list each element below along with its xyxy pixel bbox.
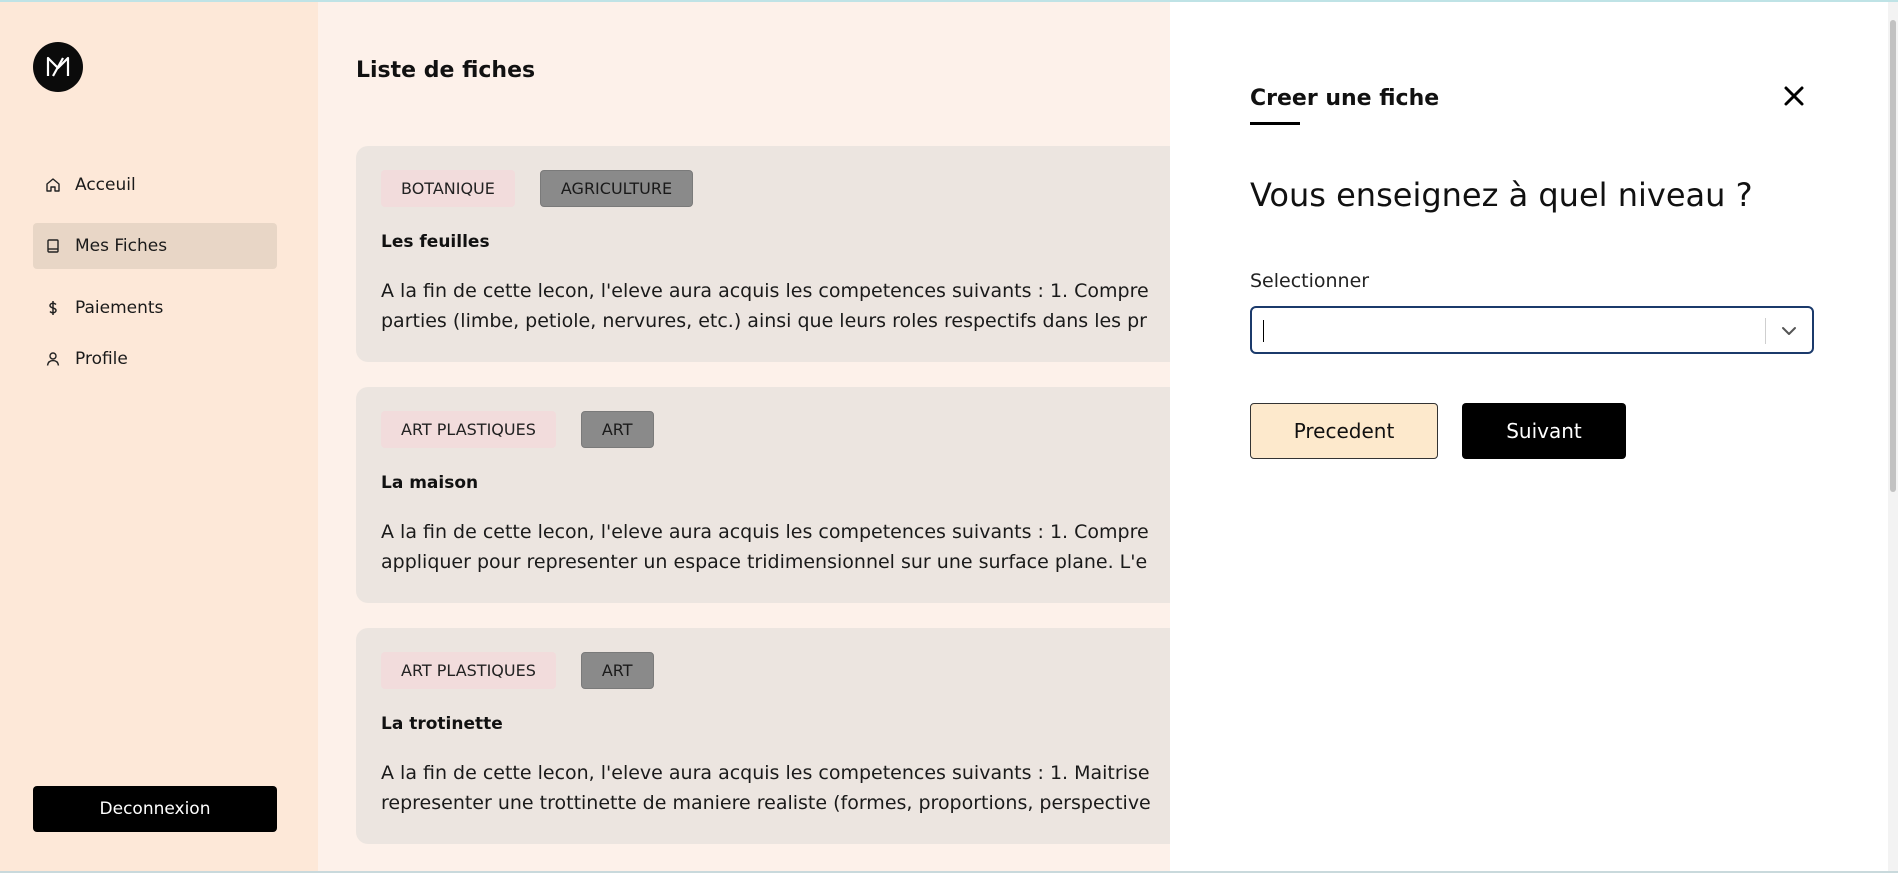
user-icon (45, 351, 61, 367)
sidebar-item-label: Paiements (75, 298, 164, 318)
tag-list: ART PLASTIQUES ART (381, 411, 654, 448)
scrollbar[interactable] (1888, 2, 1898, 871)
home-icon (45, 177, 61, 193)
card-description: A la fin de cette lecon, l'eleve aura ac… (381, 758, 1170, 818)
domain-tag: ART (580, 652, 654, 689)
m-logo-icon[interactable] (33, 42, 83, 92)
tag-list: BOTANIQUE AGRICULTURE (381, 170, 694, 207)
card-title: La trotinette (381, 714, 503, 734)
card-title: La maison (381, 473, 479, 493)
step-question: Vous enseignez à quel niveau ? (1250, 176, 1753, 214)
fiche-card[interactable]: ART PLASTIQUES ART La maison A la fin de… (356, 387, 1170, 603)
select-separator (1765, 318, 1766, 344)
create-fiche-drawer: Creer une fiche Vous enseignez à quel ni… (1170, 2, 1898, 871)
book-icon (45, 238, 61, 254)
sidebar-item-label: Profile (75, 349, 128, 369)
domain-tag: ART (580, 411, 654, 448)
sidebar-item-label: Acceuil (75, 175, 136, 195)
main-content: Liste de fiches BOTANIQUE AGRICULTURE Le… (318, 2, 1170, 871)
text-cursor (1263, 320, 1264, 342)
card-description-line: parties (limbe, petiole, nervures, etc.)… (381, 310, 1147, 332)
sidebar-item-mes-fiches[interactable]: Mes Fiches (33, 223, 277, 269)
tag-list: ART PLASTIQUES ART (381, 652, 654, 689)
sidebar-item-acceuil[interactable]: Acceuil (33, 162, 277, 208)
card-description-line: A la fin de cette lecon, l'eleve aura ac… (381, 280, 1149, 302)
title-underline (1250, 122, 1300, 125)
page-title: Liste de fiches (356, 58, 536, 83)
level-select[interactable] (1250, 306, 1814, 354)
card-title: Les feuilles (381, 232, 490, 252)
scrollbar-thumb[interactable] (1890, 20, 1896, 492)
card-description: A la fin de cette lecon, l'eleve aura ac… (381, 517, 1170, 577)
logout-button[interactable]: Deconnexion (33, 786, 277, 832)
sidebar-item-profile[interactable]: Profile (33, 336, 277, 382)
card-description-line: A la fin de cette lecon, l'eleve aura ac… (381, 762, 1150, 784)
fiche-card[interactable]: BOTANIQUE AGRICULTURE Les feuilles A la … (356, 146, 1170, 362)
sidebar: Acceuil Mes Fiches Paiements Profile Dec… (0, 2, 318, 871)
subject-tag: ART PLASTIQUES (381, 411, 556, 448)
next-button[interactable]: Suivant (1462, 403, 1626, 459)
fiche-card[interactable]: ART PLASTIQUES ART La trotinette A la fi… (356, 628, 1170, 844)
select-label: Selectionner (1250, 270, 1370, 292)
domain-tag: AGRICULTURE (539, 170, 694, 207)
sidebar-item-paiements[interactable]: Paiements (33, 285, 277, 331)
card-description: A la fin de cette lecon, l'eleve aura ac… (381, 276, 1170, 336)
sidebar-item-label: Mes Fiches (75, 236, 168, 256)
close-icon[interactable] (1782, 84, 1806, 108)
card-description-line: A la fin de cette lecon, l'eleve aura ac… (381, 521, 1149, 543)
subject-tag: ART PLASTIQUES (381, 652, 556, 689)
previous-button[interactable]: Precedent (1250, 403, 1438, 459)
card-description-line: representer une trottinette de maniere r… (381, 792, 1151, 814)
subject-tag: BOTANIQUE (381, 170, 515, 207)
chevron-down-icon[interactable] (1778, 320, 1800, 342)
drawer-title: Creer une fiche (1250, 86, 1440, 111)
dollar-icon (45, 300, 61, 316)
card-description-line: appliquer pour representer un espace tri… (381, 551, 1148, 573)
